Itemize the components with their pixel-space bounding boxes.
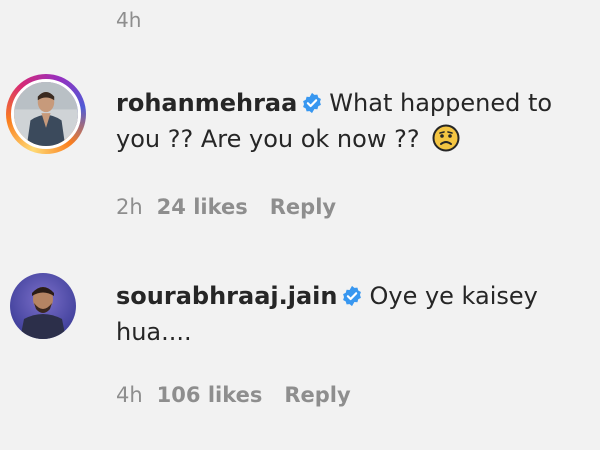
comments-screen: 4h rohanmehraa What happened to you ?? Ar… — [0, 0, 600, 450]
previous-comment-timestamp: 4h — [116, 8, 142, 32]
avatar-image-rohanmehraa — [14, 82, 78, 146]
avatar-container[interactable] — [6, 273, 86, 353]
verified-badge-icon — [301, 88, 323, 114]
comment-text-continued: hua.... — [116, 318, 192, 346]
avatar-with-story-ring[interactable] — [6, 74, 86, 154]
comment-text-continued: you ?? Are you ok now ?? — [116, 125, 420, 153]
reply-button[interactable]: Reply — [270, 195, 336, 219]
comment-likes-link[interactable]: 106 likes — [157, 383, 263, 407]
comment-text-block: sourabhraaj.jain Oye ye kaisey hua.... — [116, 278, 586, 350]
avatar — [11, 79, 81, 149]
worried-face-emoji-icon — [432, 124, 460, 152]
comment-username[interactable]: rohanmehraa — [116, 89, 297, 117]
comment-meta-row: 4h 106 likes Reply — [116, 383, 373, 407]
comment-timestamp: 2h — [116, 195, 143, 219]
verified-badge-icon — [341, 281, 363, 307]
comment-text: Oye ye kaisey — [369, 282, 538, 310]
comment-likes-link[interactable]: 24 likes — [157, 195, 248, 219]
comment-meta-row: 2h 24 likes Reply — [116, 195, 358, 219]
comment-text-block: rohanmehraa What happened to you ?? Are y… — [116, 85, 586, 157]
comment-username[interactable]: sourabhraaj.jain — [116, 282, 337, 310]
comment-timestamp: 4h — [116, 383, 143, 407]
avatar-image-sourabhraaj-jain — [10, 273, 76, 339]
reply-button[interactable]: Reply — [284, 383, 350, 407]
avatar — [10, 273, 76, 339]
comment-text: What happened to — [329, 89, 553, 117]
